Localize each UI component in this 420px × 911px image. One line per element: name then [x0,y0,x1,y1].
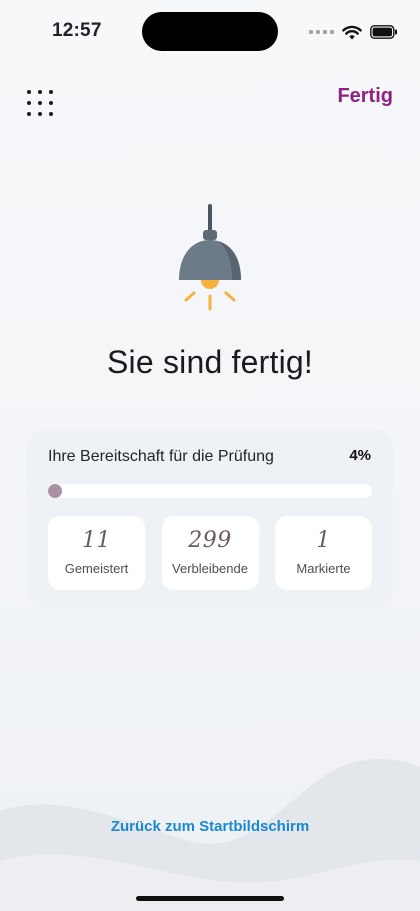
stat-value: 11 [82,528,111,553]
readiness-card: Ihre Bereitschaft für die Prüfung 4% 11 … [27,430,393,606]
battery-icon [370,25,397,39]
dynamic-island [142,12,278,51]
stat-value: 299 [188,528,232,553]
back-to-home-link[interactable]: Zurück zum Startbildschirm [0,818,420,835]
wifi-icon [342,25,362,39]
stat-mastered[interactable]: 11 Gemeistert [48,516,145,590]
stats-row: 11 Gemeistert 299 Verbleibende 1 Markier… [48,516,372,590]
stat-label: Gemeistert [64,561,129,576]
readiness-progress-bar [48,484,372,498]
page-title: Sie sind fertig! [107,344,313,380]
status-icons [309,23,398,41]
readiness-label: Ihre Bereitschaft für die Prüfung [48,448,274,465]
stat-flagged[interactable]: 1 Markierte [275,516,372,590]
stat-value: 1 [316,528,331,553]
readiness-percent: 4% [349,447,371,464]
stat-remaining[interactable]: 299 Verbleibende [161,516,259,590]
grid-menu-icon[interactable] [27,90,55,118]
cellular-signal-icon [309,30,334,34]
done-button[interactable]: Fertig [337,85,393,108]
home-indicator [136,896,284,901]
hanging-lamp-icon [179,204,241,311]
status-bar: 12:57 [0,0,420,64]
readiness-progress-fill [48,484,62,498]
stat-label: Markierte [296,561,351,576]
status-time: 12:57 [52,20,102,41]
stat-label: Verbleibende [172,561,248,576]
